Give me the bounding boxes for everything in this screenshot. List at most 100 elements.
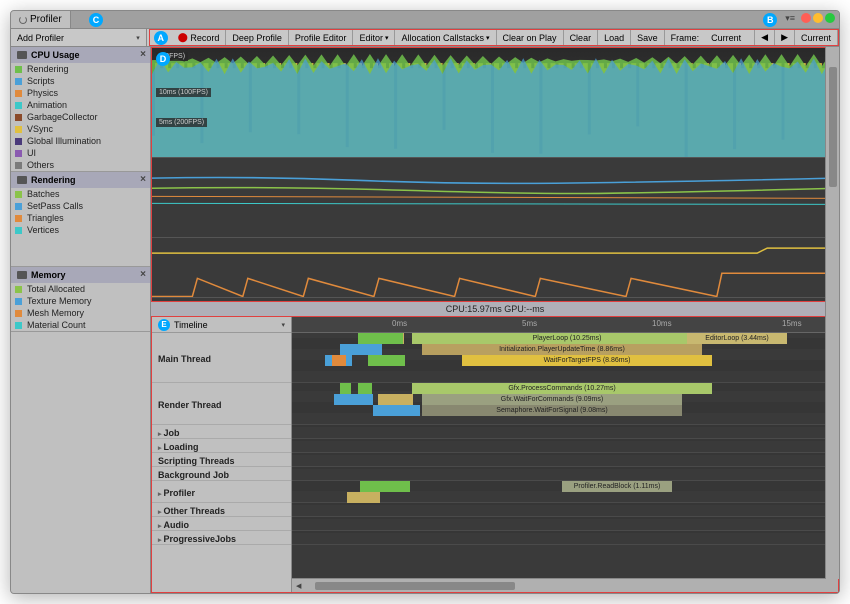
timeline-row-label[interactable]: ▸ Profiler <box>152 481 291 503</box>
legend-item[interactable]: SetPass Calls <box>11 200 150 212</box>
legend-item[interactable]: Total Allocated <box>11 283 150 295</box>
profiler-tab[interactable]: Profiler <box>11 11 71 28</box>
timeline-bar-fragment[interactable] <box>334 394 373 405</box>
cpu-module-header[interactable]: CPU Usage × <box>11 47 150 63</box>
scroll-left-icon[interactable]: ◀ <box>292 582 305 590</box>
legend-item[interactable]: Mesh Memory <box>11 307 150 319</box>
timeline-track[interactable] <box>292 503 838 517</box>
memory-graph-svg <box>152 238 838 298</box>
frame-value: Current <box>705 30 755 45</box>
legend-item[interactable]: Vertices <box>11 224 150 236</box>
clear-on-play-button[interactable]: Clear on Play <box>497 30 564 45</box>
scrollbar-thumb[interactable] <box>829 67 837 187</box>
timeline-bar-fragment[interactable] <box>368 355 405 366</box>
marker-b: B <box>763 13 777 27</box>
add-profiler-dropdown[interactable]: Add Profiler ▾ <box>11 29 147 46</box>
timeline-bar-fragment[interactable] <box>340 344 382 355</box>
load-button[interactable]: Load <box>598 30 631 45</box>
timeline-track[interactable] <box>292 439 838 453</box>
clear-button[interactable]: Clear <box>564 30 599 45</box>
timeline-bar[interactable]: EditorLoop (3.44ms) <box>687 333 787 344</box>
timeline-bar-fragment[interactable] <box>360 481 410 492</box>
legend-item[interactable]: VSync <box>11 123 150 135</box>
scrollbar-thumb[interactable] <box>315 582 515 590</box>
deep-profile-button[interactable]: Deep Profile <box>226 30 289 45</box>
memory-chart[interactable] <box>152 238 838 298</box>
timeline-row-label[interactable]: Main Thread <box>152 333 291 383</box>
timeline-bar[interactable]: Semaphore.WaitForSignal (9.08ms) <box>422 405 682 416</box>
timeline-row-label[interactable]: ▸ Loading <box>152 439 291 453</box>
legend-item[interactable]: Animation <box>11 99 150 111</box>
timeline-row-label[interactable]: Scripting Threads <box>152 453 291 467</box>
timeline-bar-fragment[interactable] <box>347 492 380 503</box>
color-swatch <box>15 203 22 210</box>
timeline-content[interactable]: 0ms5ms10ms15ms20ms PlayerLoop (10.25ms)I… <box>292 317 838 592</box>
timeline-track[interactable]: Profiler.ReadBlock (1.11ms) <box>292 481 838 503</box>
timeline-track[interactable]: PlayerLoop (10.25ms)Initialization.Playe… <box>292 333 838 383</box>
timeline-track[interactable] <box>292 425 838 439</box>
timeline-row-label[interactable]: Background Job <box>152 467 291 481</box>
legend-item[interactable]: Rendering <box>11 63 150 75</box>
current-button[interactable]: Current <box>795 30 838 45</box>
timeline-bar-fragment[interactable] <box>358 383 372 394</box>
horizontal-scrollbar[interactable]: ◀ <box>292 578 838 592</box>
timeline-row-label[interactable]: ▸ Job <box>152 425 291 439</box>
timeline-track[interactable] <box>292 467 838 481</box>
memory-module-header[interactable]: Memory × <box>11 267 150 283</box>
timeline-bar-fragment[interactable] <box>373 405 420 416</box>
legend-item[interactable]: Material Count <box>11 319 150 331</box>
legend-item[interactable]: Triangles <box>11 212 150 224</box>
timeline-track[interactable] <box>292 453 838 467</box>
timeline-row-label[interactable]: Render Thread <box>152 383 291 425</box>
vertical-scrollbar[interactable] <box>825 47 839 579</box>
timeline-bar[interactable]: PlayerLoop (10.25ms) <box>412 333 722 344</box>
timeline-bar[interactable]: Profiler.ReadBlock (1.11ms) <box>562 481 672 492</box>
profile-editor-button[interactable]: Profile Editor <box>289 30 354 45</box>
timeline-view-dropdown[interactable]: E Timeline ▾ <box>152 317 291 333</box>
timeline-bar-fragment[interactable] <box>378 394 413 405</box>
close-icon[interactable]: × <box>140 174 146 185</box>
timeline-track[interactable] <box>292 517 838 531</box>
legend-item[interactable]: Physics <box>11 87 150 99</box>
rendering-module: Rendering × BatchesSetPass CallsTriangle… <box>11 172 150 267</box>
timeline-bar[interactable]: Initialization.PlayerUpdateTime (8.86ms) <box>422 344 702 355</box>
editor-dropdown[interactable]: Editor <box>353 30 395 45</box>
legend-item[interactable]: Batches <box>11 188 150 200</box>
legend-item[interactable]: Others <box>11 159 150 171</box>
cpu-chart[interactable]: (60FPS) 10ms (100FPS) 5ms (200FPS) <box>152 48 838 158</box>
close-icon[interactable]: × <box>140 269 146 280</box>
prev-frame-button[interactable]: ◀ <box>755 30 775 45</box>
timeline-bar-fragment[interactable] <box>340 383 350 394</box>
fps-200-label: 5ms (200FPS) <box>156 118 207 127</box>
timeline-bar-fragment[interactable] <box>358 333 403 344</box>
timeline-track[interactable]: Gfx.ProcessCommands (10.27ms)Gfx.WaitFor… <box>292 383 838 425</box>
legend-item[interactable]: UI <box>11 147 150 159</box>
allocation-callstacks-dropdown[interactable]: Allocation Callstacks <box>395 30 496 45</box>
toolbar-controls-outline: A ⬤ Record Deep Profile Profile Editor E… <box>149 29 839 46</box>
save-button[interactable]: Save <box>631 30 665 45</box>
rendering-chart[interactable] <box>152 158 838 238</box>
timeline-bar[interactable]: WaitForTargetFPS (8.86ms) <box>462 355 712 366</box>
timeline-dropdown-label: Timeline <box>170 320 281 330</box>
record-button[interactable]: ⬤ Record <box>172 30 227 45</box>
legend-item[interactable]: Texture Memory <box>11 295 150 307</box>
legend-item[interactable]: Global Illumination <box>11 135 150 147</box>
minimize-button[interactable] <box>813 13 823 23</box>
legend-item[interactable]: GarbageCollector <box>11 111 150 123</box>
timeline-row-label[interactable]: ▸ ProgressiveJobs <box>152 531 291 545</box>
dock-icon[interactable]: ▾≡ <box>785 13 795 27</box>
timeline-track[interactable] <box>292 531 838 545</box>
close-button[interactable] <box>801 13 811 23</box>
marker-d: D <box>156 52 170 66</box>
rendering-module-header[interactable]: Rendering × <box>11 172 150 188</box>
timeline-bar[interactable]: Gfx.WaitForCommands (9.09ms) <box>422 394 682 405</box>
timeline-row-label[interactable]: ▸ Other Threads <box>152 503 291 517</box>
close-icon[interactable]: × <box>140 49 146 60</box>
next-frame-button[interactable]: ▶ <box>775 30 795 45</box>
memory-icon <box>17 271 27 279</box>
legend-item[interactable]: Scripts <box>11 75 150 87</box>
maximize-button[interactable] <box>825 13 835 23</box>
timeline-row-label[interactable]: ▸ Audio <box>152 517 291 531</box>
timeline-bar-fragment[interactable] <box>332 355 346 366</box>
timeline-bar[interactable]: Gfx.ProcessCommands (10.27ms) <box>412 383 712 394</box>
